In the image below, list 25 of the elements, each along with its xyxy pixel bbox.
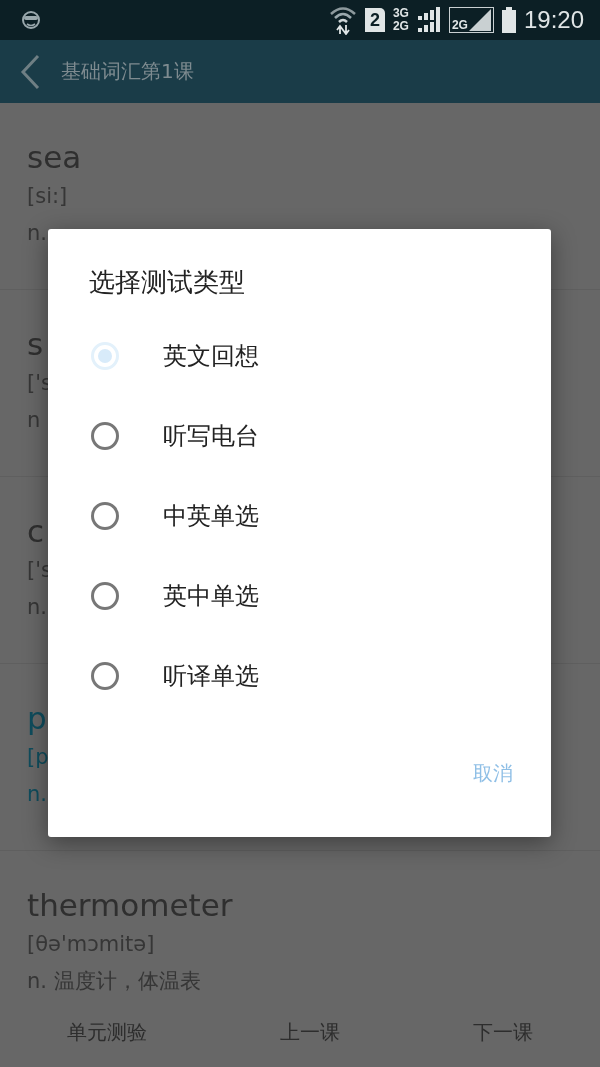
meaning: n. <box>27 781 47 808</box>
lesson-title: 基础词汇第1课 <box>61 58 194 85</box>
word: thermometer <box>27 886 233 925</box>
network-signal-indicator: 2G <box>448 7 494 33</box>
sim-card-icon: 2 <box>364 8 385 32</box>
wifi-icon <box>328 5 357 35</box>
option-label[interactable]: 中英单选 <box>163 500 259 532</box>
option-label[interactable]: 英文回想 <box>163 340 259 372</box>
battery-icon <box>501 7 516 33</box>
radio-button[interactable] <box>91 582 119 610</box>
clock: 19:20 <box>523 6 584 34</box>
network-type: 2G <box>392 20 409 33</box>
dialog-title: 选择测试类型 <box>89 266 245 299</box>
radio-button[interactable] <box>91 502 119 530</box>
word: sea <box>27 138 82 177</box>
radio-button[interactable] <box>91 422 119 450</box>
word: p <box>27 699 47 738</box>
network-type: 3G <box>392 7 409 20</box>
signal-icon <box>416 6 441 34</box>
radio-button[interactable] <box>91 662 119 690</box>
option-label[interactable]: 听译单选 <box>163 660 259 692</box>
back-icon[interactable] <box>20 53 40 90</box>
option-label[interactable]: 听写电台 <box>163 420 259 452</box>
phonetic: [p <box>27 744 49 771</box>
option-label[interactable]: 英中单选 <box>163 580 259 612</box>
